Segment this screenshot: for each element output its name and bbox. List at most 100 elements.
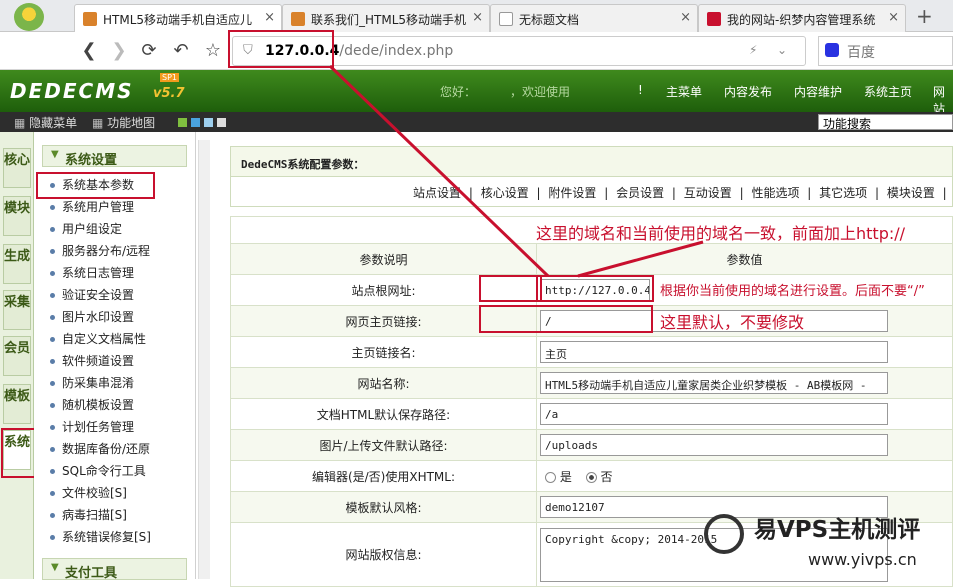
menu-item[interactable]: 文件校验[S] bbox=[46, 484, 196, 504]
highlight-box-root-url-label bbox=[479, 275, 542, 302]
site-icon bbox=[83, 12, 97, 26]
menu-item[interactable]: 软件频道设置 bbox=[46, 352, 196, 372]
menu-item[interactable]: SQL命令行工具 bbox=[46, 462, 196, 482]
browser-tab-bar: HTML5移动端手机自适应儿 × 联系我们_HTML5移动端手机 × 无标题文档 × … bbox=[0, 0, 953, 32]
tab-site-settings[interactable]: 站点设置 bbox=[413, 186, 461, 200]
back-icon[interactable]: ❮ bbox=[78, 40, 100, 61]
tab-interaction-settings[interactable]: 互动设置 bbox=[684, 186, 732, 200]
vtab-generate[interactable]: 生成 bbox=[3, 244, 31, 284]
skin-gray-button[interactable] bbox=[217, 118, 226, 127]
site-name-input[interactable]: HTML5移动端手机自适应儿童家居类企业织梦模板 - AB模板网 - bbox=[540, 372, 888, 394]
search-box[interactable]: 百度 bbox=[818, 36, 953, 66]
vtab-collect[interactable]: 采集 bbox=[3, 290, 31, 330]
function-search-input[interactable]: 功能搜索 bbox=[818, 114, 953, 131]
menu-item[interactable]: 系统用户管理 bbox=[46, 198, 196, 218]
vtab-member[interactable]: 会员 bbox=[3, 336, 31, 376]
skin-green-button[interactable] bbox=[178, 118, 187, 127]
vtab-core[interactable]: 核心 bbox=[3, 148, 31, 188]
upload-path-input[interactable]: /uploads bbox=[540, 434, 888, 456]
skin-lightblue-button[interactable] bbox=[204, 118, 213, 127]
search-engine-label: 百度 bbox=[847, 45, 875, 61]
close-tab-icon[interactable]: × bbox=[264, 10, 275, 25]
caret-down-icon: ▼ bbox=[51, 149, 59, 160]
menu-item[interactable]: 服务器分布/远程 bbox=[46, 242, 196, 262]
close-tab-icon[interactable]: × bbox=[888, 10, 899, 25]
nav-content-publish[interactable]: 内容发布 bbox=[724, 83, 772, 100]
nav-content-maintain[interactable]: 内容维护 bbox=[794, 83, 842, 100]
menu-item[interactable]: 防采集串混淆 bbox=[46, 374, 196, 394]
highlight-box-home-link bbox=[479, 305, 653, 333]
baidu-icon bbox=[825, 43, 839, 57]
bullet-icon bbox=[50, 491, 55, 496]
browser-tab[interactable]: 联系我们_HTML5移动端手机 × bbox=[282, 4, 490, 32]
home-link-name-input[interactable]: 主页 bbox=[540, 341, 888, 363]
undo-icon[interactable]: ↶ bbox=[170, 40, 192, 61]
chevron-down-icon[interactable]: ⌄ bbox=[777, 43, 787, 57]
annotation-top: 这里的域名和当前使用的域名一致，前面加上http:// bbox=[536, 224, 906, 243]
menu-item[interactable]: 系统错误修复[S] bbox=[46, 528, 196, 548]
vtab-template[interactable]: 模板 bbox=[3, 384, 31, 424]
bullet-icon bbox=[50, 469, 55, 474]
menu-section-payment-tools[interactable]: ▼ 支付工具 bbox=[42, 558, 187, 581]
greeting: 您好： ，欢迎使用 bbox=[440, 85, 571, 99]
function-map-button[interactable]: ▦ 功能地图 bbox=[92, 114, 155, 131]
sp-badge: SP1 bbox=[160, 73, 179, 82]
hide-menu-button[interactable]: ▦ 隐藏菜单 bbox=[14, 114, 77, 131]
close-tab-icon[interactable]: × bbox=[680, 10, 691, 25]
browser-tab[interactable]: HTML5移动端手机自适应儿 × bbox=[74, 4, 282, 32]
star-icon[interactable]: ☆ bbox=[202, 40, 224, 61]
radio-yes[interactable]: 是 bbox=[545, 470, 572, 484]
exclaim: ! bbox=[638, 83, 643, 97]
highlight-box-basic-params bbox=[36, 172, 155, 199]
annotation-default: 这里默认，不要修改 bbox=[660, 313, 805, 332]
highlight-box-url bbox=[228, 30, 334, 68]
profile-avatar[interactable] bbox=[14, 3, 44, 31]
bullet-icon bbox=[50, 271, 55, 276]
tab-member-settings[interactable]: 会员设置 bbox=[616, 186, 664, 200]
nav-main-menu[interactable]: 主菜单 bbox=[666, 83, 702, 100]
nav-system-home[interactable]: 系统主页 bbox=[864, 83, 912, 100]
field-label: 模板默认风格: bbox=[230, 491, 537, 523]
skin-blue-button[interactable] bbox=[191, 118, 200, 127]
tab-other-options[interactable]: 其它选项 bbox=[819, 186, 867, 200]
watermark: 易VPS主机测评 www.yivps.cn bbox=[700, 510, 953, 579]
browser-tab[interactable]: 我的网站-织梦内容管理系统 × bbox=[698, 4, 906, 32]
dede-icon bbox=[707, 12, 721, 26]
lightning-icon[interactable]: ⚡ bbox=[749, 43, 757, 57]
close-tab-icon[interactable]: × bbox=[472, 10, 483, 25]
menu-item[interactable]: 自定义文档属性 bbox=[46, 330, 196, 350]
menu-item[interactable]: 验证安全设置 bbox=[46, 286, 196, 306]
field-label: 主页链接名: bbox=[230, 336, 537, 368]
menu-item[interactable]: 计划任务管理 bbox=[46, 418, 196, 438]
menu-scrollbar[interactable] bbox=[198, 140, 210, 579]
page-title: DedeCMS系统配置参数： bbox=[230, 146, 953, 177]
menu-section-system-settings[interactable]: ▼ 系统设置 bbox=[42, 145, 187, 168]
html-path-input[interactable]: /a bbox=[540, 403, 888, 425]
bullet-icon bbox=[50, 315, 55, 320]
watermark-url: www.yivps.cn bbox=[808, 550, 917, 569]
bullet-icon bbox=[50, 513, 55, 518]
menu-item[interactable]: 图片水印设置 bbox=[46, 308, 196, 328]
vertical-tabs: 核心 模块 生成 采集 会员 模板 系统 bbox=[0, 132, 34, 579]
menu-item[interactable]: 数据库备份/还原 bbox=[46, 440, 196, 460]
radio-no[interactable]: 否 bbox=[585, 470, 613, 484]
vtab-module[interactable]: 模块 bbox=[3, 196, 31, 236]
tab-module-settings[interactable]: 模块设置 bbox=[887, 186, 935, 200]
column-header-value: 参数值 bbox=[536, 243, 953, 275]
menu-item[interactable]: 随机模板设置 bbox=[46, 396, 196, 416]
tab-performance-options[interactable]: 性能选项 bbox=[751, 186, 799, 200]
watermark-brand: 易VPS主机测评 bbox=[754, 517, 921, 543]
bullet-icon bbox=[50, 205, 55, 210]
tab-core-settings[interactable]: 核心设置 bbox=[481, 186, 529, 200]
menu-item[interactable]: 系统日志管理 bbox=[46, 264, 196, 284]
menu-item[interactable]: 用户组设定 bbox=[46, 220, 196, 240]
menu-item[interactable]: 病毒扫描[S] bbox=[46, 506, 196, 526]
browser-tab[interactable]: 无标题文档 × bbox=[490, 4, 698, 32]
tab-attachment-settings[interactable]: 附件设置 bbox=[548, 186, 596, 200]
reload-icon[interactable]: ⟳ bbox=[138, 40, 160, 61]
new-tab-button[interactable]: + bbox=[916, 4, 933, 28]
grid-icon: ▦ bbox=[14, 116, 26, 130]
watermark-logo-icon bbox=[704, 514, 744, 554]
forward-icon[interactable]: ❯ bbox=[108, 40, 130, 61]
bullet-icon bbox=[50, 337, 55, 342]
